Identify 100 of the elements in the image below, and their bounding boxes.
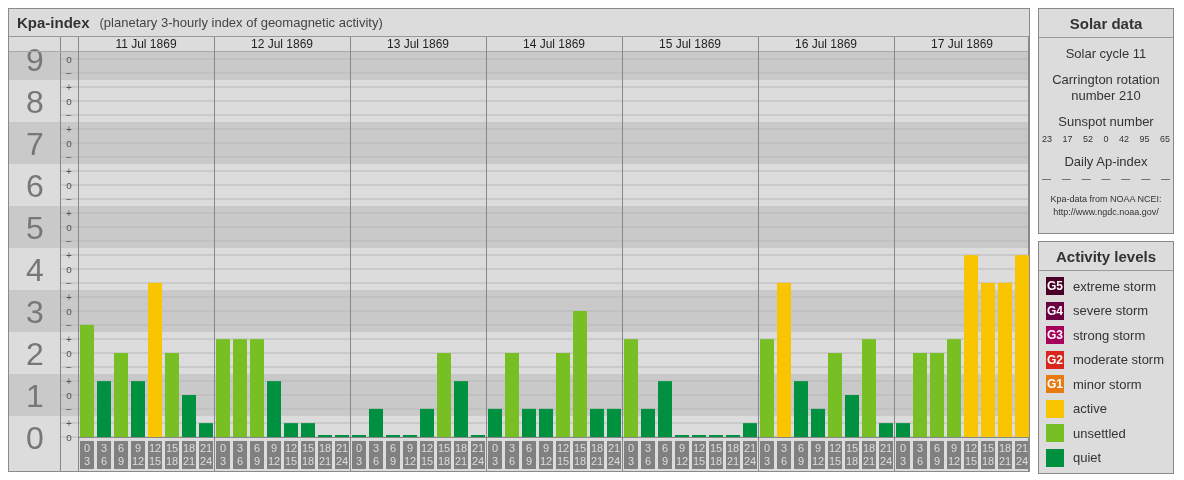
ap-index-value: — [1061,174,1071,184]
time-slot-label: 21 24 [879,441,893,469]
time-slot-label: 6 9 [930,441,944,469]
kp-bar [811,408,825,437]
time-slot-label: 0 3 [624,441,638,469]
legend-label: unsettled [1073,425,1126,441]
time-slot-label: 6 9 [794,441,808,469]
time-slot-label: 3 6 [913,441,927,469]
minor-tick-label: + [66,249,72,261]
time-slot-label: 0 3 [352,441,366,469]
kp-bar [539,408,553,437]
kp-bar [794,381,808,437]
time-slot-label: 21 24 [335,441,349,469]
legend-label: extreme storm [1073,278,1157,294]
time-slot-label: 15 18 [573,441,587,469]
y-axis-label: 1 [26,378,44,414]
date-label: 17 Jul 1869 [930,37,994,51]
ap-index-heading: Daily Ap-index [1064,154,1148,170]
time-slot-label: 18 21 [318,441,332,469]
time-slot-label: 21 24 [199,441,213,469]
sunspot-heading: Sunspot number [1058,114,1154,130]
minor-tick-label: − [66,193,72,205]
time-slot-label: 12 15 [964,441,978,469]
time-slot-label: 18 21 [998,441,1012,469]
source-link[interactable]: http://www.ngdc.noaa.gov/ [1053,207,1159,218]
minor-tick-label: o [66,389,72,401]
storm-level-badge: G3 [1046,326,1064,344]
time-slot-label: 21 24 [1015,441,1029,469]
sunspot-value: 23 [1042,134,1052,144]
date-label: 12 Jul 1869 [250,37,314,51]
panel-title: Activity levels [1039,242,1173,271]
ap-index-value: — [1042,174,1051,184]
storm-level-badge: G5 [1046,277,1064,295]
minor-tick-label: + [66,165,72,177]
time-slot-label: 21 24 [607,441,621,469]
panel-subtitle: (planetary 3-hourly index of geomagnetic activity) [99,15,383,30]
minor-tick-label: o [66,347,72,359]
time-slot-label: 0 3 [760,441,774,469]
minor-tick-label: − [66,403,72,415]
time-slot-label: 3 6 [233,441,247,469]
solar-cycle-text: Solar cycle 11 [1065,46,1147,62]
minor-tick-label: + [66,333,72,345]
minor-tick-label: + [66,123,72,135]
y-axis-label: 8 [26,84,44,120]
ap-index-value: — [1081,174,1091,184]
time-slot-label: 9 12 [403,441,417,469]
sunspot-value: 95 [1139,134,1150,144]
ap-index-value: — [1121,174,1131,184]
time-slot-label: 9 12 [947,441,961,469]
time-slot-label: 3 6 [641,441,655,469]
time-slot-label: 15 18 [437,441,451,469]
time-slot-label: 21 24 [743,441,757,469]
time-slot-label: 15 18 [845,441,859,469]
time-slot-label: 18 21 [726,441,740,469]
legend-label: quiet [1073,450,1102,465]
kp-bar [607,408,621,437]
panel-title: Solar data [1039,9,1173,38]
sunspot-value: 65 [1159,134,1170,144]
time-slot-label: 15 18 [165,441,179,469]
date-label: 15 Jul 1869 [658,37,722,51]
minor-tick-label: o [66,53,72,65]
time-slot-label: 9 12 [675,441,689,469]
minor-tick-label: + [66,207,72,219]
time-slot-label: 9 12 [811,441,825,469]
minor-tick-label: + [66,417,72,429]
minor-tick-label: o [66,431,72,443]
time-slot-label: 18 21 [862,441,876,469]
time-slot-label: 9 12 [267,441,281,469]
date-label: 16 Jul 1869 [794,37,858,51]
kp-bar [488,408,502,437]
minor-tick-label: o [66,263,72,275]
kp-bar [420,408,434,437]
legend-label: moderate storm [1073,352,1165,367]
minor-tick-label: + [66,81,72,93]
ap-index-value: — [1101,174,1111,184]
storm-level-badge: G4 [1046,301,1064,320]
time-slot-label: 3 6 [97,441,111,469]
kp-bar [97,381,111,437]
ap-index-value: — [1141,174,1151,184]
source-text: Kpa-data from NOAA NCEI: [1050,194,1162,205]
time-slot-label: 15 18 [709,441,723,469]
minor-tick-label: − [66,109,72,121]
y-axis-label: 3 [26,294,44,330]
minor-tick-label: − [66,151,72,163]
y-axis-label: 2 [26,336,44,372]
minor-tick-label: − [66,235,72,247]
minor-tick-label: o [66,137,72,149]
time-slot-label: 0 3 [896,441,910,469]
time-slot-label: 21 24 [471,441,485,469]
kp-bar [590,408,604,437]
sunspot-value: 17 [1062,134,1073,144]
kp-bar [301,423,315,437]
legend-label: active [1073,401,1107,416]
sunspot-value: 42 [1118,134,1129,144]
minor-tick-label: o [66,179,72,191]
time-slot-label: 12 15 [284,441,298,469]
kp-bar [845,395,859,437]
date-label: 11 Jul 1869 [115,37,177,51]
minor-tick-label: o [66,305,72,317]
date-label: 14 Jul 1869 [522,37,586,51]
